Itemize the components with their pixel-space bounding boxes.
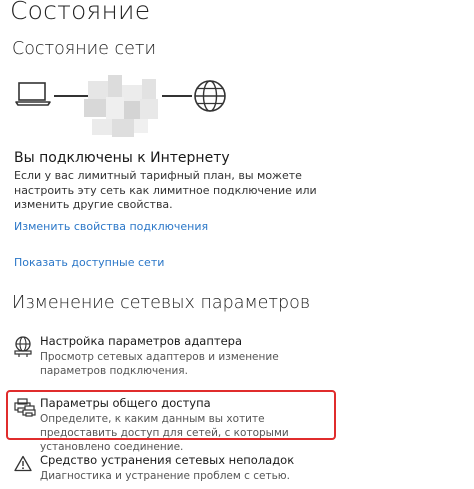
adapter-settings-item[interactable]: Настройка параметров адаптера Просмотр с… <box>10 334 332 378</box>
globe-icon <box>194 80 226 112</box>
troubleshooter-title: Средство устранения сетевых неполадок <box>40 453 295 467</box>
connected-description: Если у вас лимитный тарифный план, вы мо… <box>14 169 317 211</box>
page-title: Состояние <box>10 0 151 25</box>
change-connection-properties-link[interactable]: Изменить свойства подключения <box>14 220 208 233</box>
network-diagram <box>10 72 250 142</box>
network-name-blurred <box>80 75 164 139</box>
adapter-settings-description: Просмотр сетевых адаптеров и изменение п… <box>40 351 279 377</box>
connected-heading: Вы подключены к Интернету <box>14 150 230 166</box>
laptop-icon <box>15 82 51 106</box>
sharing-settings-title: Параметры общего доступа <box>40 396 211 410</box>
change-settings-heading: Изменение сетевых параметров <box>12 293 311 313</box>
sharing-icon <box>14 398 36 417</box>
sharing-settings-item[interactable]: Параметры общего доступа Определите, к к… <box>10 396 332 453</box>
show-available-networks-link[interactable]: Показать доступные сети <box>14 256 164 269</box>
sharing-settings-description: Определите, к каким данным вы хотите пре… <box>40 413 289 453</box>
network-status-heading: Состояние сети <box>12 39 157 59</box>
troubleshooter-description: Диагностика и устранение проблем с сетью… <box>40 470 290 482</box>
adapter-settings-title: Настройка параметров адаптера <box>40 334 242 348</box>
troubleshooter-item[interactable]: Средство устранения сетевых неполадок Ди… <box>10 453 332 489</box>
connection-line <box>162 95 192 97</box>
adapter-icon <box>14 336 32 357</box>
warning-icon <box>14 455 32 472</box>
